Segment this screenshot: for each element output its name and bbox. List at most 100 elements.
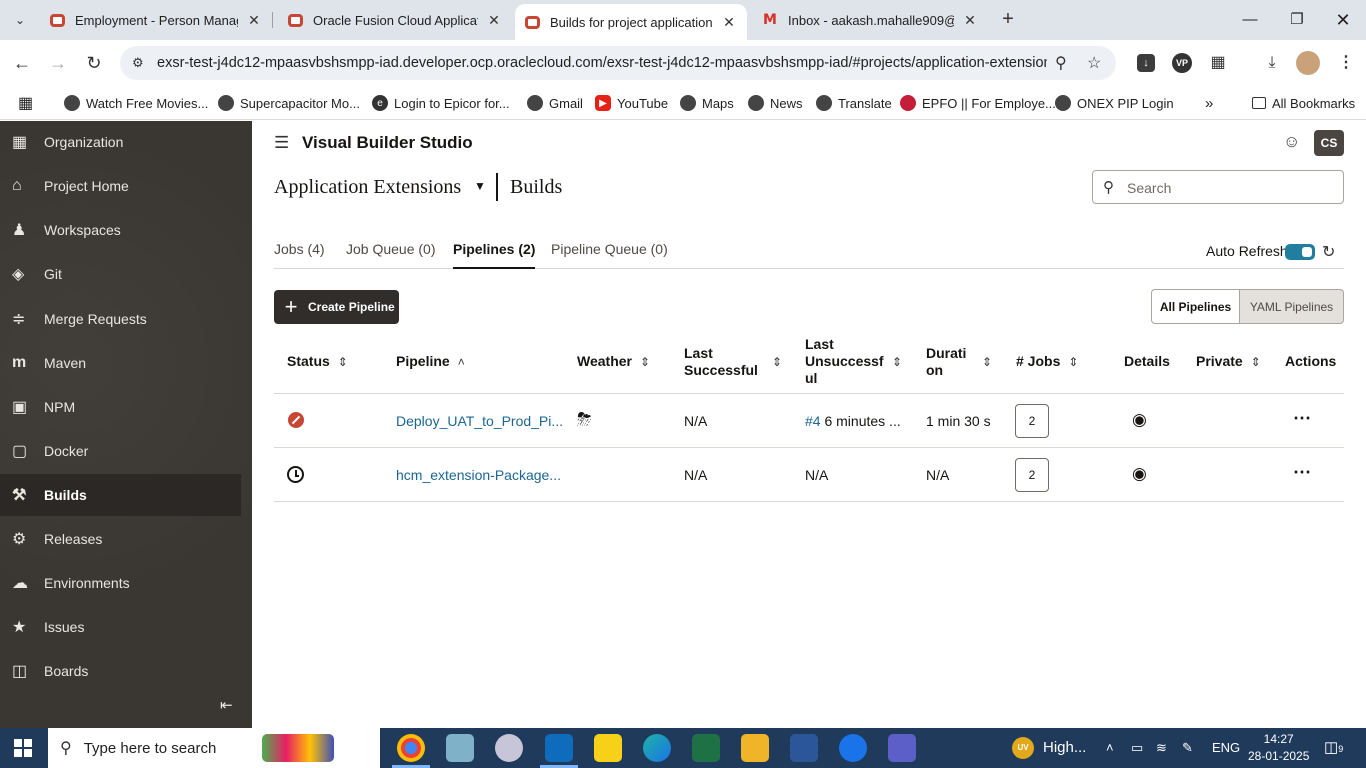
bookmark-item[interactable]: News (748, 92, 803, 114)
pipeline-name-link[interactable]: Deploy_UAT_to_Prod_Pi... (396, 413, 563, 429)
webex-icon[interactable] (839, 734, 867, 762)
chrome-icon[interactable] (397, 734, 425, 762)
extension-download-icon[interactable]: ↓ (1137, 54, 1155, 72)
back-icon[interactable]: ← (10, 51, 34, 75)
sort-icon[interactable]: ⇕ (974, 353, 992, 371)
hamburger-menu-icon[interactable]: ☰ (274, 133, 289, 153)
bookmark-item[interactable]: Maps (680, 92, 734, 114)
system-clock[interactable]: 14:27 28-01-2025 (1248, 731, 1309, 765)
battery-icon[interactable]: ▭ (1131, 728, 1143, 768)
refresh-icon[interactable]: ↻ (1322, 242, 1335, 262)
sidebar-item-maven[interactable]: m Maven (0, 342, 241, 384)
more-actions-icon[interactable]: ⋯ (1293, 408, 1312, 429)
sidebar-item-environments[interactable]: ☁ Environments (0, 562, 241, 604)
url-text[interactable]: exsr-test-j4dc12-mpaasvbshsmpp-iad.devel… (157, 55, 1047, 71)
close-icon[interactable]: ✕ (486, 12, 502, 29)
all-bookmarks[interactable]: All Bookmarks (1252, 92, 1355, 114)
yaml-pipelines-button[interactable]: YAML Pipelines (1239, 289, 1344, 324)
minimize-icon[interactable]: — (1230, 6, 1270, 34)
bookmark-item[interactable]: ▶ YouTube (595, 92, 668, 114)
tab-job-queue[interactable]: Job Queue (0) (346, 241, 436, 269)
bookmark-item[interactable]: e Login to Epicor for... (372, 92, 510, 114)
profile-avatar[interactable] (1296, 51, 1320, 75)
browser-tab[interactable]: M Inbox - aakash.mahalle909@gm ✕ (752, 4, 988, 36)
weather-uv-icon[interactable]: UV (1012, 737, 1034, 759)
extension-vpn-icon[interactable]: VP (1172, 53, 1192, 73)
sidebar-item-issues[interactable]: ★ Issues (0, 606, 241, 648)
forward-icon[interactable]: → (46, 51, 70, 75)
windows-start-icon[interactable] (14, 739, 32, 757)
file-explorer-icon[interactable] (741, 734, 769, 762)
apps-grid-icon[interactable]: ▦ (18, 92, 33, 114)
more-bookmarks-icon[interactable]: » (1205, 92, 1213, 114)
weather-text[interactable]: High... (1043, 728, 1086, 768)
bookmark-item[interactable]: EPFO || For Employe... (900, 92, 1056, 114)
close-icon[interactable]: ✕ (721, 14, 737, 31)
tab-pipelines[interactable]: Pipelines (2) (453, 241, 536, 269)
column-jobs[interactable]: # Jobs ⇕ (1016, 353, 1078, 371)
teams-icon[interactable] (888, 734, 916, 762)
browser-tab[interactable]: Oracle Fusion Cloud Applicatio ✕ (278, 4, 512, 36)
task-view-icon[interactable]: ▤ (348, 734, 376, 762)
bookmark-item[interactable]: Supercapacitor Mo... (218, 92, 360, 114)
close-icon[interactable]: ✕ (246, 12, 262, 29)
bookmark-item[interactable]: ONEX PIP Login (1055, 92, 1174, 114)
extensions-puzzle-icon[interactable]: ▦ (1206, 51, 1230, 75)
site-info-icon[interactable]: ⚙ (132, 55, 144, 71)
tab-jobs[interactable]: Jobs (4) (274, 241, 325, 269)
wifi-icon[interactable]: ≋ (1156, 728, 1167, 768)
sidebar-item-organization[interactable]: ▦ Organization (0, 121, 241, 163)
close-window-icon[interactable]: ✕ (1323, 6, 1363, 34)
pen-icon[interactable]: ✎ (1182, 728, 1193, 768)
reload-icon[interactable]: ↻ (82, 51, 106, 75)
language-indicator[interactable]: ENG (1212, 728, 1240, 768)
sort-icon[interactable]: ⇕ (764, 353, 782, 371)
sidebar-item-git[interactable]: ◈ Git (0, 253, 241, 295)
more-actions-icon[interactable]: ⋯ (1293, 462, 1312, 483)
sort-icon[interactable]: ⇕ (884, 353, 902, 371)
app-icon[interactable] (446, 734, 474, 762)
sidebar-item-npm[interactable]: ▣ NPM (0, 386, 241, 428)
excel-icon[interactable] (692, 734, 720, 762)
feedback-smiley-icon[interactable]: ☺ (1283, 132, 1300, 152)
browser-menu-icon[interactable]: ⋮ (1334, 51, 1358, 75)
sticky-notes-icon[interactable] (594, 734, 622, 762)
column-private[interactable]: Private ⇕ (1196, 353, 1261, 371)
bookmark-item[interactable]: Gmail (527, 92, 583, 114)
pipeline-name-link[interactable]: hcm_extension-Package... (396, 467, 561, 483)
user-avatar[interactable]: CS (1314, 130, 1344, 156)
column-pipeline[interactable]: Pipeline ˄ (396, 353, 465, 371)
sidebar-item-builds[interactable]: ⚒ Builds (0, 474, 241, 516)
sidebar-item-docker[interactable]: ▢ Docker (0, 430, 241, 472)
search-field[interactable]: ⚲ (1092, 170, 1344, 204)
sidebar-item-workspaces[interactable]: ♟ Workspaces (0, 209, 241, 251)
tab-pipeline-queue[interactable]: Pipeline Queue (0) (551, 241, 668, 269)
column-weather[interactable]: Weather ⇕ (577, 353, 650, 371)
restore-icon[interactable]: ❐ (1277, 6, 1317, 34)
chevron-up-icon[interactable]: ˄ (1106, 728, 1114, 768)
sidebar-item-boards[interactable]: ◫ Boards (0, 650, 241, 692)
tab-search-chevron-icon[interactable]: ⌄ (8, 8, 32, 32)
sidebar-item-project-home[interactable]: ⌂ Project Home (0, 165, 241, 207)
search-input[interactable] (1127, 177, 1337, 199)
app-icon[interactable] (495, 734, 523, 762)
column-last-unsuccessful[interactable]: Last Unsuccessf ul (805, 336, 884, 387)
column-status[interactable]: Status ⇕ (287, 353, 348, 371)
address-bar[interactable]: ⚙ exsr-test-j4dc12-mpaasvbshsmpp-iad.dev… (120, 46, 1116, 80)
all-pipelines-button[interactable]: All Pipelines (1151, 289, 1240, 324)
new-tab-icon[interactable]: + (996, 8, 1020, 32)
sidebar-item-releases[interactable]: ⚙ Releases (0, 518, 241, 560)
eye-icon[interactable]: ◉ (1132, 410, 1147, 430)
browser-tab-active[interactable]: Builds for project application-e ✕ (515, 4, 747, 40)
bookmark-star-icon[interactable]: ☆ (1087, 53, 1101, 73)
bookmark-item[interactable]: Translate (816, 92, 892, 114)
auto-refresh-toggle[interactable] (1285, 244, 1315, 260)
eye-icon[interactable]: ◉ (1132, 464, 1147, 484)
bookmark-item[interactable]: Watch Free Movies... (64, 92, 208, 114)
column-last-successful[interactable]: Last Successful (684, 345, 758, 379)
build-number-link[interactable]: #4 (805, 413, 821, 429)
downloads-icon[interactable]: ⤓ (1260, 51, 1284, 75)
notifications-icon[interactable]: ◫9 (1324, 728, 1343, 768)
browser-tab[interactable]: Employment - Person Managem ✕ (40, 4, 272, 36)
outlook-icon[interactable] (545, 734, 573, 762)
